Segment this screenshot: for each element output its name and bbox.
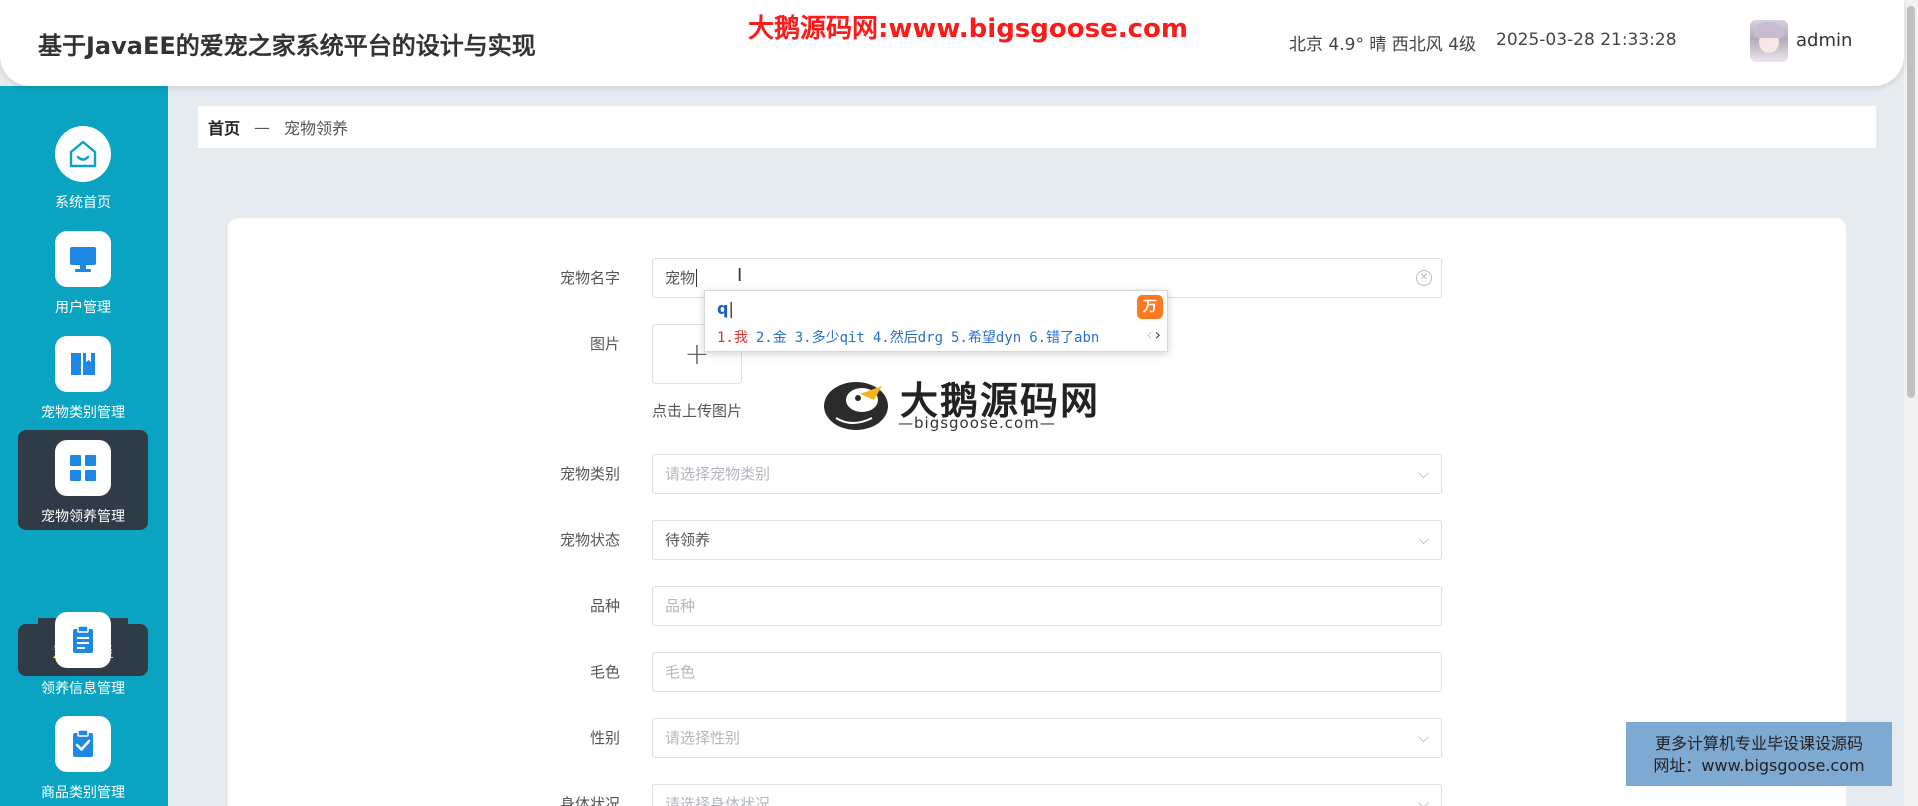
image-label: 图片 [589,335,620,353]
logo-watermark: 大鹅源码网 —bigsgoose.com— [822,370,1102,434]
chevron-down-icon: ⌵ [1418,466,1429,482]
breed-input[interactable]: 品种 [652,586,1442,626]
promo-line-2: 网址：www.bigsgoose.com [1653,756,1865,775]
ime-page-arrows[interactable]: ‹ › [1146,325,1161,344]
sidebar-item-label: 用户管理 [55,300,111,316]
promo-line-1: 更多计算机专业毕设课设源码 [1654,734,1863,753]
upload-hint[interactable]: 点击上传图片 [652,400,742,421]
ime-candidates: 1.我 2.金 3.多少qit 4.然后drg 5.希望dyn 6.错了abn [717,327,1107,347]
sidebar-item-label: 领养信息管理 [41,681,125,697]
home-icon [55,126,111,182]
chevron-left-icon[interactable]: ‹ [1146,325,1152,344]
ime-candidate-popup: q| 万 1.我 2.金 3.多少qit 4.然后drg 5.希望dyn 6.错… [704,290,1168,352]
clipboard-icon [55,612,111,668]
form-row-breed: 品种 品种 [228,586,1846,626]
form-row-health: 身体状况 请选择身体状况 ⌵ [228,784,1846,806]
form-row-status: 宠物状态 待领养 ⌵ [228,520,1846,560]
sidebar-item-pet-category[interactable]: 宠物类别管理 [18,336,148,434]
chevron-down-icon: ⌵ [1418,730,1429,746]
category-label: 宠物类别 [559,465,620,483]
chevron-down-icon: ⌵ [1418,532,1429,548]
gender-placeholder: 请选择性别 [665,729,741,747]
pet-name-value: 宠物 [665,269,696,287]
category-select[interactable]: 请选择宠物类别 ⌵ [652,454,1442,494]
avatar[interactable] [1750,20,1788,62]
status-select[interactable]: 待领养 ⌵ [652,520,1442,560]
breadcrumb-separator: — [254,117,271,137]
status-value: 待领养 [665,531,711,549]
clipboard-check-icon [55,716,111,772]
sidebar-item-label: 宠物领养管理 [41,509,125,525]
fur-color-label: 毛色 [589,663,620,681]
top-header: 基于JavaEE的爱宠之家系统平台的设计与实现 大鹅源码网:www.bigsgo… [0,0,1904,86]
gender-select[interactable]: 请选择性别 ⌵ [652,718,1442,758]
promo-banner[interactable]: 更多计算机专业毕设课设源码 网址：www.bigsgoose.com [1626,722,1892,786]
ime-logo-icon[interactable]: 万 [1137,295,1163,319]
ime-candidate[interactable]: 1.我 [717,327,748,347]
breadcrumb: 首页 — 宠物领养 [198,106,1876,148]
gender-label: 性别 [589,729,620,747]
chevron-down-icon: ⌵ [1418,796,1429,806]
breadcrumb-current: 宠物领养 [284,119,349,138]
ime-candidate[interactable]: 4.然后drg [873,327,943,347]
breed-placeholder: 品种 [665,597,696,615]
health-placeholder: 请选择身体状况 [665,795,771,806]
app-title: 基于JavaEE的爱宠之家系统平台的设计与实现 [38,32,536,60]
health-select[interactable]: 请选择身体状况 ⌵ [652,784,1442,806]
form-row-gender: 性别 请选择性别 ⌵ [228,718,1846,758]
breadcrumb-home[interactable]: 首页 [208,115,240,139]
sidebar: 系统首页 用户管理 宠物类别管理 宠物领养管理 宠物领养 领养信息管理 商品类别… [0,86,168,806]
form-row-category: 宠物类别 请选择宠物类别 ⌵ [228,454,1846,494]
sidebar-item-label: 商品类别管理 [41,785,125,801]
sidebar-item-users[interactable]: 用户管理 [18,231,148,329]
ime-candidate[interactable]: 6.错了abn [1029,327,1099,347]
category-placeholder: 请选择宠物类别 [665,465,771,483]
text-cursor-icon: I [737,265,743,286]
form-row-fur-color: 毛色 毛色 [228,652,1846,692]
sidebar-item-goods-category[interactable]: 商品类别管理 [18,716,148,806]
weather-info: 北京 4.9° 晴 西北风 4级 [1289,35,1476,55]
sidebar-item-home[interactable]: 系统首页 [18,126,148,224]
fur-color-placeholder: 毛色 [665,663,696,681]
sidebar-item-adoption-info[interactable]: 领养信息管理 [18,612,148,710]
breed-label: 品种 [589,597,620,615]
ime-candidate[interactable]: 2.金 [756,327,787,347]
monitor-icon [55,231,111,287]
grid-icon [55,440,111,496]
ime-candidate[interactable]: 3.多少qit [795,327,865,347]
logo-text-en: —bigsgoose.com— [898,414,1056,432]
chevron-right-icon[interactable]: › [1155,325,1161,344]
clear-icon[interactable]: ✕ [1416,270,1432,286]
scrollbar-thumb[interactable] [1907,6,1915,398]
site-watermark: 大鹅源码网:www.bigsgoose.com [748,14,1188,44]
fur-color-input[interactable]: 毛色 [652,652,1442,692]
pet-name-label: 宠物名字 [559,269,620,287]
status-label: 宠物状态 [559,531,620,549]
sidebar-item-label: 系统首页 [55,195,111,211]
book-icon [55,336,111,392]
goose-logo-icon [824,382,888,430]
sidebar-item-label: 宠物类别管理 [41,405,125,421]
datetime: 2025-03-28 21:33:28 [1496,30,1677,50]
ime-composition: q| [717,299,734,318]
ime-candidate[interactable]: 5.希望dyn [951,327,1021,347]
sidebar-item-pet-adoption[interactable]: 宠物领养管理 [18,430,148,530]
health-label: 身体状况 [559,795,620,806]
page-scrollbar[interactable] [1904,0,1918,806]
username[interactable]: admin [1796,30,1852,51]
